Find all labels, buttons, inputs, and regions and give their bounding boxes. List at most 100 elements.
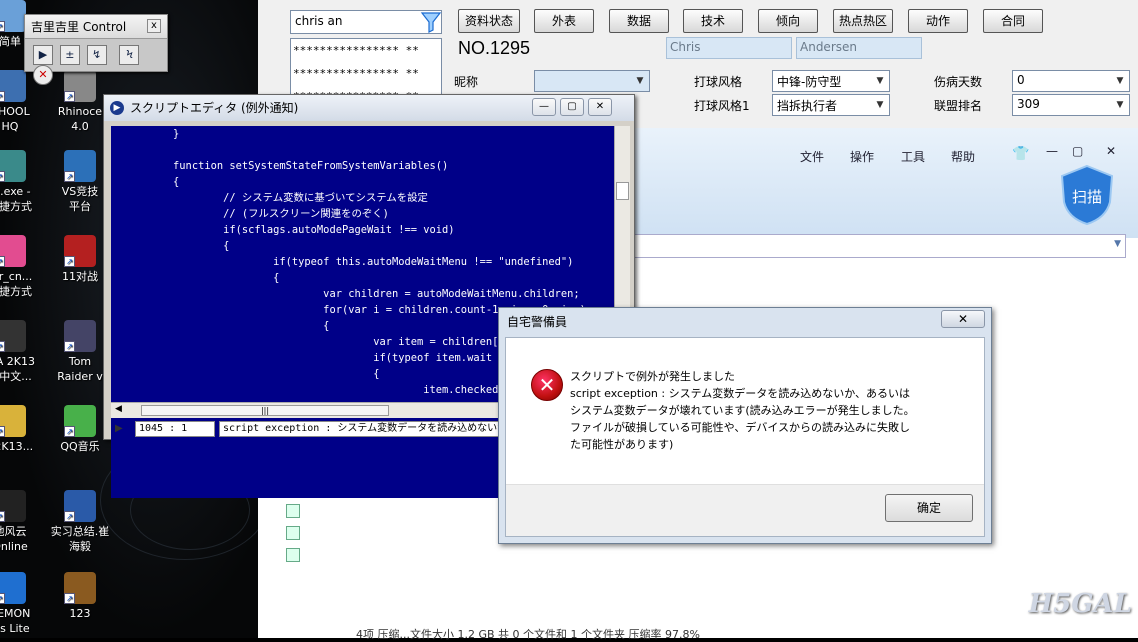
tab-hotzones[interactable]: 热点热区 [833, 9, 893, 33]
shortcut-icon: ↗ [0, 490, 26, 522]
editor-title-bar[interactable]: ▶ スクリプトエディタ (例外通知) — ▢ ✕ [104, 95, 634, 121]
minimize-button[interactable]: — [532, 98, 556, 116]
error-dialog: 自宅警備員 ✕ ✕ スクリプトで例外が発生しました script excepti… [498, 307, 992, 544]
cursor-position: 1045 : 1 [135, 421, 215, 437]
shortcut-icon: ↗ [0, 150, 26, 182]
shortcut-arrow-icon: ↗ [64, 341, 75, 352]
play-icon[interactable]: ▶ [33, 45, 53, 65]
close-icon[interactable]: ✕ [1106, 144, 1116, 158]
league-rank-combo[interactable]: 309 ▼ [1012, 94, 1130, 116]
shortcut-icon: ↗ [64, 320, 96, 352]
nickname-label: 昵称 [454, 75, 479, 89]
shortcut-arrow-icon: ↗ [64, 511, 75, 522]
shortcut-icon: ↗ [64, 150, 96, 182]
menu-operations[interactable]: 操作 [850, 148, 874, 165]
control-title-bar[interactable]: 吉里吉里 Control x [25, 15, 167, 39]
break-icon[interactable]: Ϟ [119, 45, 140, 65]
shortcut-arrow-icon: ↗ [0, 21, 5, 32]
play-style1-label: 打球风格1 [694, 99, 750, 113]
ok-button[interactable]: 确定 [885, 494, 973, 522]
shortcut-arrow-icon: ↗ [64, 91, 75, 102]
control-title: 吉里吉里 Control [31, 20, 127, 34]
shortcut-icon: ↗ [0, 572, 26, 604]
tab-animations[interactable]: 动作 [908, 9, 968, 33]
desktop-shortcut[interactable]: ↗ 123 [40, 572, 120, 621]
dialog-footer: 确定 [506, 484, 984, 536]
close-icon[interactable]: x [147, 19, 161, 33]
menu-tools[interactable]: 工具 [901, 148, 925, 165]
skin-icon[interactable]: 👕 [1012, 146, 1029, 162]
scroll-thumb[interactable]: ||| [141, 405, 389, 416]
nickname-combo[interactable]: ▼ [534, 70, 650, 92]
first-name-field[interactable]: Chris [666, 37, 792, 59]
dialog-title-bar[interactable]: 自宅警備員 ✕ [499, 308, 991, 336]
tab-appearance[interactable]: 外表 [534, 9, 594, 33]
error-message: スクリプトで例外が発生しました script exception : システム変… [570, 368, 970, 453]
chevron-down-icon[interactable]: ▼ [1112, 96, 1128, 114]
chevron-down-icon[interactable]: ▼ [1112, 72, 1128, 90]
play-style-combo[interactable]: 中锋-防守型 ▼ [772, 70, 890, 92]
injury-days-combo[interactable]: 0 ▼ [1012, 70, 1130, 92]
message-line: script exception : システム変数データを読み込めないか、あるい… [570, 387, 911, 400]
play-style1-combo[interactable]: 挡拆执行者 ▼ [772, 94, 890, 116]
list-item[interactable]: **************** ** [293, 64, 439, 87]
stop-icon[interactable]: ✕ [33, 65, 53, 85]
file-icon[interactable] [286, 504, 300, 518]
shortcut-arrow-icon: ↗ [0, 593, 5, 604]
shortcut-icon: ↗ [64, 490, 96, 522]
desktop-shortcut[interactable]: ↗ 实习总结.崔 海毅 [40, 490, 120, 554]
step-icon[interactable]: ± [59, 45, 80, 65]
shortcut-label: QQ音乐 [60, 440, 100, 453]
tab-contract[interactable]: 合同 [983, 9, 1043, 33]
message-line: ファイルが破損している可能性や、デバイスからの読み込みに失敗し [570, 421, 911, 434]
file-icon[interactable] [286, 548, 300, 562]
shortcut-icon: ↗ [0, 320, 26, 352]
play-style-label: 打球风格 [694, 75, 743, 89]
chevron-down-icon[interactable]: ▼ [632, 72, 648, 90]
scan-label: 扫描 [1072, 188, 1102, 206]
close-button[interactable]: ✕ [588, 98, 612, 116]
shortcut-arrow-icon: ↗ [64, 426, 75, 437]
chevron-down-icon[interactable]: ▼ [1114, 239, 1121, 249]
dialog-body: ✕ スクリプトで例外が発生しました script exception : システ… [505, 337, 985, 537]
scroll-thumb[interactable] [616, 182, 629, 200]
shortcut-arrow-icon: ↗ [0, 171, 5, 182]
injury-days-label: 伤病天数 [934, 75, 983, 89]
maximize-icon[interactable]: ▢ [1072, 144, 1083, 158]
scan-shield-icon[interactable]: 扫描 [1060, 164, 1114, 226]
chevron-down-icon[interactable]: ▼ [872, 72, 888, 90]
shortcut-arrow-icon: ↗ [0, 91, 5, 102]
message-line: スクリプトで例外が発生しました [570, 370, 735, 383]
tab-tendencies[interactable]: 倾向 [758, 9, 818, 33]
chevron-down-icon[interactable]: ▼ [872, 96, 888, 114]
shortcut-icon: ↗ [0, 405, 26, 437]
last-name-field[interactable]: Andersen [796, 37, 922, 59]
shortcut-icon: ↗ [0, 70, 26, 102]
menu-file[interactable]: 文件 [800, 148, 824, 165]
trace-icon[interactable]: ↯ [86, 45, 107, 65]
shortcut-icon: ↗ [0, 235, 26, 267]
file-icon[interactable] [286, 526, 300, 540]
shortcut-arrow-icon: ↗ [0, 511, 5, 522]
menu-help[interactable]: 帮助 [951, 148, 975, 165]
scroll-left-icon[interactable]: ◀ [115, 404, 122, 414]
filter-icon[interactable] [420, 10, 442, 34]
run-icon[interactable]: ▶ [115, 423, 123, 434]
tab-stats[interactable]: 数据 [609, 9, 669, 33]
tab-profile-status[interactable]: 资料状态 [458, 9, 520, 33]
shortcut-label: 123 [69, 607, 91, 620]
kirikiri-control-toolbar: 吉里吉里 Control x ▶ ± ↯ Ϟ ✕ [24, 14, 168, 85]
shortcut-arrow-icon: ↗ [64, 171, 75, 182]
list-item[interactable]: **************** ** [293, 41, 439, 64]
dialog-close-button[interactable]: ✕ [941, 310, 985, 328]
player-number: NO.1295 [458, 38, 531, 58]
shortcut-arrow-icon: ↗ [0, 341, 5, 352]
editor-title: スクリプトエディタ (例外通知) [130, 101, 299, 115]
manager-status-bar: 4项 压缩...文件大小 1.2 GB 共 0 个文件和 1 个文件夹 压缩率 … [356, 628, 700, 641]
shortcut-icon: ↗ [64, 572, 96, 604]
address-bar[interactable]: p ▼ [613, 234, 1126, 258]
maximize-button[interactable]: ▢ [560, 98, 584, 116]
shortcut-arrow-icon: ↗ [0, 256, 5, 267]
minimize-icon[interactable]: — [1046, 144, 1058, 158]
tab-skills[interactable]: 技术 [683, 9, 743, 33]
